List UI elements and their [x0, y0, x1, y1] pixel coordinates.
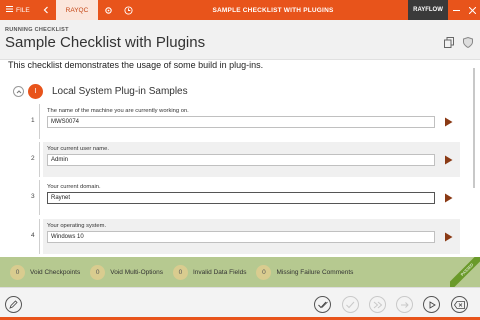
page-title: Sample Checklist with Plugins: [5, 34, 206, 51]
bottom-toolbar: [0, 287, 480, 320]
status-label: Invalid Data Fields: [192, 268, 247, 276]
checkpoint-label: The name of the machine you are currentl…: [47, 108, 189, 114]
count-badge: 0: [256, 264, 272, 280]
row-divider: [39, 180, 40, 215]
ribbon-label: PASSED: [450, 257, 480, 287]
count-badge: 0: [10, 264, 25, 280]
checkpoint-row: 3 Your current domain. Raynet: [31, 180, 460, 215]
checkpoint-label: Your operating system.: [47, 223, 107, 229]
scrollbar[interactable]: [473, 68, 475, 188]
close-icon[interactable]: [464, 0, 480, 20]
status-bar: 0 Void Checkpoints 0 Void Multi-Options …: [0, 257, 480, 287]
pencil-icon: [9, 296, 18, 314]
row-divider: [39, 104, 40, 139]
row-divider: [39, 219, 40, 254]
next-button[interactable]: [396, 296, 413, 313]
run-plugin-icon[interactable]: [442, 192, 454, 204]
checkpoint-row: 1 The name of the machine you are curren…: [31, 104, 460, 139]
checkpoint-number: 1: [31, 117, 35, 124]
menu-icon: [6, 6, 13, 14]
checkpoint-value-field[interactable]: Admin: [47, 154, 435, 166]
checkpoint-label: Your current user name.: [47, 146, 109, 152]
header-caption: RUNNING CHECKLIST: [5, 27, 69, 33]
checklist-header: RUNNING CHECKLIST Sample Checklist with …: [0, 20, 480, 60]
void-multi-options-status[interactable]: 0 Void Multi-Options: [90, 264, 163, 280]
run-plugin-icon[interactable]: [442, 231, 454, 243]
tab-rayqc[interactable]: RAYQC: [56, 0, 98, 20]
check-all-button[interactable]: [314, 296, 331, 313]
shield-icon[interactable]: [463, 35, 473, 53]
play-button[interactable]: [423, 296, 440, 313]
play-icon: [428, 296, 436, 314]
row-divider: [39, 142, 40, 177]
app-window: FILE RAYQC SAMPLE CHECKLIST WITH PLUGINS…: [0, 0, 480, 320]
window-title: SAMPLE CHECKLIST WITH PLUGINS: [212, 6, 334, 14]
section-header[interactable]: I Local System Plug-in Samples: [13, 84, 188, 99]
title-bar: FILE RAYQC SAMPLE CHECKLIST WITH PLUGINS…: [0, 0, 480, 20]
run-plugin-icon[interactable]: [442, 116, 454, 128]
status-label: Void Multi-Options: [110, 268, 163, 276]
status-label: Missing Failure Comments: [276, 268, 354, 276]
fast-forward-icon: [373, 296, 383, 314]
skip-icon: [345, 296, 356, 314]
checkpoint-row: 4 Your operating system. Windows 10: [31, 219, 460, 254]
collapse-icon[interactable]: [13, 86, 24, 97]
passed-ribbon: PASSED: [450, 257, 480, 287]
count-badge: 0: [172, 264, 188, 280]
edit-button[interactable]: [5, 296, 22, 313]
status-label: Void Checkpoints: [30, 268, 81, 276]
count-badge: 0: [90, 264, 106, 280]
minimize-icon[interactable]: [448, 0, 464, 20]
section-title: Local System Plug-in Samples: [52, 86, 188, 97]
checklist-description: This checklist demonstrates the usage of…: [8, 60, 264, 70]
copy-icon[interactable]: [444, 35, 454, 53]
checkpoint-number: 2: [31, 155, 35, 162]
void-checkpoints-status[interactable]: 0 Void Checkpoints: [10, 264, 81, 280]
checkpoint-row: 2 Your current user name. Admin: [31, 142, 460, 177]
tab-rayflow[interactable]: RAYFLOW: [408, 0, 448, 20]
file-label: FILE: [16, 6, 30, 14]
checkpoint-value-field[interactable]: Raynet: [47, 192, 435, 204]
back-arrow-icon[interactable]: [36, 0, 56, 20]
section-badge: I: [28, 84, 43, 99]
checkpoint-value-field[interactable]: Windows 10: [47, 231, 435, 243]
checkpoint-number: 3: [31, 193, 35, 200]
fast-forward-button[interactable]: [369, 296, 386, 313]
double-check-icon: [317, 296, 328, 314]
file-menu[interactable]: FILE: [0, 6, 36, 14]
invalid-data-fields-status[interactable]: 0 Invalid Data Fields: [172, 264, 247, 280]
gear-icon[interactable]: [98, 0, 118, 20]
checkpoint-label: Your current domain.: [47, 184, 101, 190]
arrow-right-icon: [400, 296, 410, 314]
skip-button[interactable]: [342, 296, 359, 313]
run-plugin-icon[interactable]: [442, 154, 454, 166]
delete-button[interactable]: [451, 296, 468, 313]
clock-icon[interactable]: [118, 0, 138, 20]
checkpoint-number: 4: [31, 232, 35, 239]
checkpoint-value-field[interactable]: MWS0074: [47, 116, 435, 128]
missing-failure-comments-status[interactable]: 0 Missing Failure Comments: [256, 264, 354, 280]
backspace-icon: [454, 296, 465, 314]
